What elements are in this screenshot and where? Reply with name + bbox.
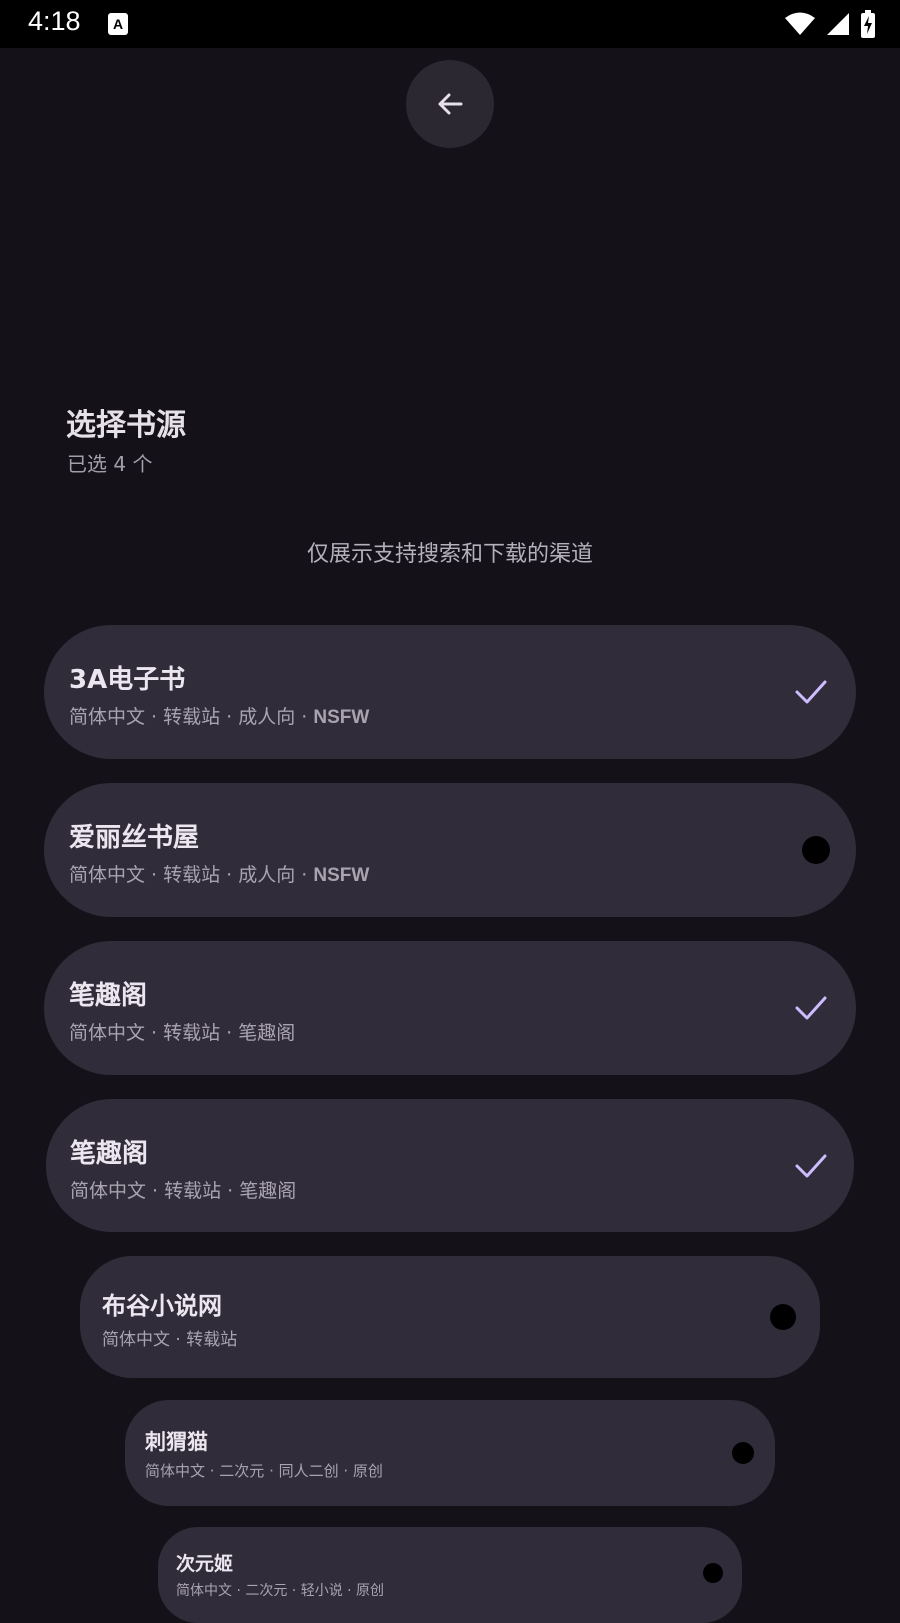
status-icons xyxy=(784,10,876,38)
source-item[interactable]: 笔趣阁 简体中文 · 转载站 · 笔趣阁 xyxy=(44,941,856,1075)
wifi-icon xyxy=(785,12,815,35)
source-tags: 简体中文 · 转载站 · 成人向 · NSFW xyxy=(69,706,370,728)
source-tags: 简体中文 · 二次元 · 同人二创 · 原创 xyxy=(145,1462,383,1480)
radio-unchecked-icon[interactable] xyxy=(729,1439,757,1467)
source-name: 次元姬 xyxy=(176,1553,234,1575)
battery-charging-icon xyxy=(861,10,875,38)
status-time: 4:18 xyxy=(28,6,81,36)
source-item[interactable]: 3A电子书 简体中文 · 转载站 · 成人向 · NSFW xyxy=(44,625,856,759)
check-icon[interactable] xyxy=(794,675,828,709)
check-icon[interactable] xyxy=(794,1149,828,1183)
source-tags: 简体中文 · 转载站 · 成人向 · NSFW xyxy=(69,864,370,886)
source-tags: 简体中文 · 二次元 · 轻小说 · 原创 xyxy=(176,1583,385,1599)
source-name: 3A电子书 xyxy=(69,665,186,695)
source-item[interactable]: 刺猬猫 简体中文 · 二次元 · 同人二创 · 原创 xyxy=(125,1400,775,1506)
status-bar: 4:18 A xyxy=(0,0,900,48)
source-item[interactable]: 次元姬 简体中文 · 二次元 · 轻小说 · 原创 xyxy=(158,1527,742,1623)
a-icon: A xyxy=(108,13,128,35)
source-name: 布谷小说网 xyxy=(102,1292,222,1320)
selected-count: 已选 4 个 xyxy=(67,452,153,476)
source-name: 笔趣阁 xyxy=(69,981,148,1011)
check-icon[interactable] xyxy=(794,991,828,1025)
source-item[interactable]: 爱丽丝书屋 简体中文 · 转载站 · 成人向 · NSFW xyxy=(44,783,856,917)
source-tags: 简体中文 · 转载站 xyxy=(102,1330,238,1350)
source-name: 爱丽丝书屋 xyxy=(69,823,200,853)
source-name: 刺猬猫 xyxy=(145,1430,208,1454)
back-button[interactable] xyxy=(406,60,494,148)
source-item[interactable]: 布谷小说网 简体中文 · 转载站 xyxy=(80,1256,820,1378)
radio-unchecked-icon[interactable] xyxy=(700,1560,726,1586)
radio-unchecked-icon[interactable] xyxy=(799,833,833,867)
radio-unchecked-icon[interactable] xyxy=(767,1301,799,1333)
source-tags: 简体中文 · 转载站 · 笔趣阁 xyxy=(69,1022,296,1044)
source-item[interactable]: 笔趣阁 简体中文 · 转载站 · 笔趣阁 xyxy=(46,1099,854,1232)
page-title: 选择书源 xyxy=(66,408,186,443)
arrow-left-icon xyxy=(438,93,463,115)
signal-icon xyxy=(827,13,849,35)
source-tags: 简体中文 · 转载站 · 笔趣阁 xyxy=(70,1180,297,1202)
hint-text: 仅展示支持搜索和下载的渠道 xyxy=(306,542,593,567)
source-name: 笔趣阁 xyxy=(70,1139,149,1169)
